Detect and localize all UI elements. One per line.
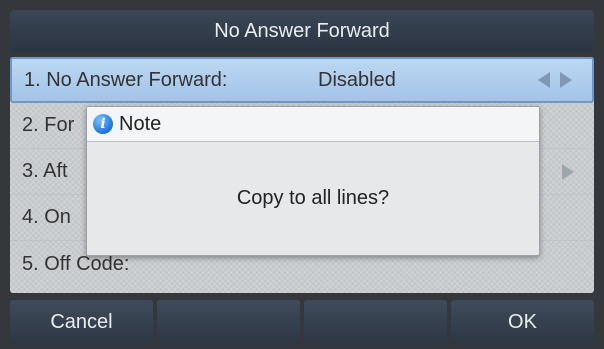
dialog-header: i Note [87, 107, 539, 142]
menu-item-value: Disabled [318, 68, 396, 91]
value-switch[interactable] [562, 163, 574, 180]
info-icon: i [93, 114, 113, 134]
arrow-left-icon[interactable] [538, 72, 550, 88]
ok-button[interactable]: OK [451, 300, 594, 345]
softkey-3[interactable] [304, 300, 447, 345]
menu-item-label: 3. Aft [22, 160, 68, 182]
softkey-bar: Cancel OK [10, 300, 594, 345]
window-title: No Answer Forward [10, 10, 594, 52]
dialog-title: Note [119, 113, 162, 135]
value-switch[interactable] [538, 72, 572, 88]
arrow-right-icon[interactable] [560, 72, 572, 88]
menu-item-no-answer-forward[interactable]: 1. No Answer Forward: Disabled [10, 57, 594, 103]
dialog-message: Copy to all lines? [236, 186, 390, 209]
phone-screen: No Answer Forward 1. No Answer Forward: … [0, 0, 604, 349]
note-dialog: i Note Copy to all lines? [86, 106, 540, 256]
cancel-button[interactable]: Cancel [10, 300, 153, 345]
menu-item-label: 2. For [22, 114, 75, 136]
softkey-2[interactable] [157, 300, 300, 345]
menu-item-label: 1. No Answer Forward: [24, 68, 228, 91]
arrow-right-icon[interactable] [562, 163, 574, 180]
menu-item-label: 4. On [22, 206, 71, 228]
window-title-text: No Answer Forward [214, 19, 390, 42]
